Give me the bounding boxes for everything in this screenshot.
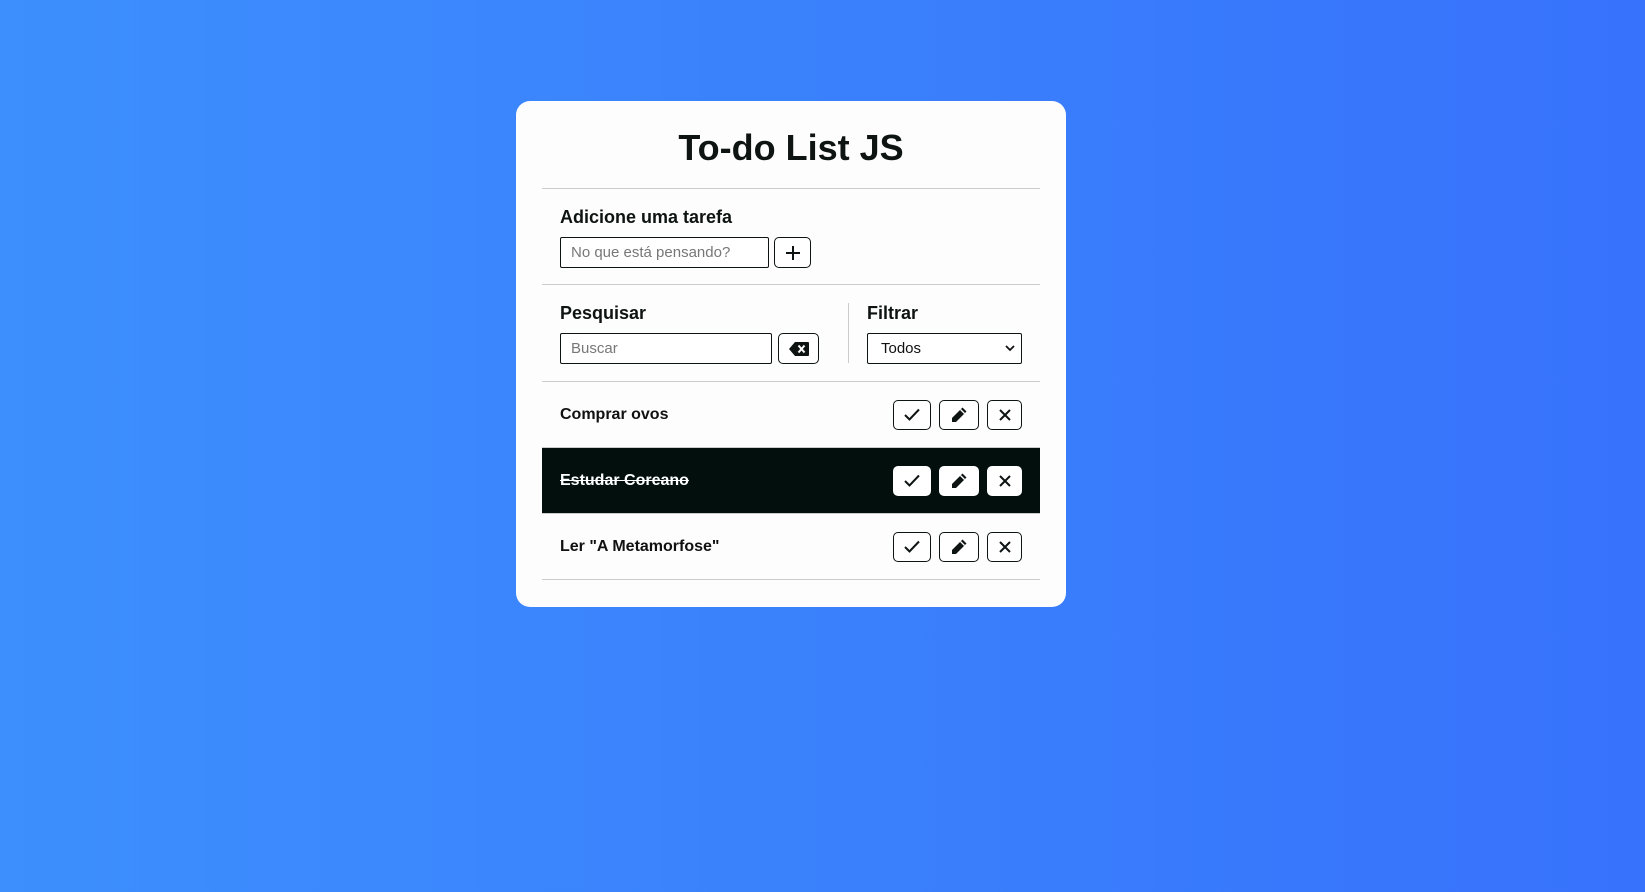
add-task-label: Adicione uma tarefa [560, 207, 733, 227]
check-icon [904, 408, 920, 421]
filter-selected-value: Todos [881, 340, 922, 357]
edit-todo-button[interactable] [939, 399, 979, 430]
todo-text: Estudar Coreano [560, 471, 689, 489]
filter-group: Filtrar Todos [849, 303, 1022, 381]
todo-actions [893, 465, 1022, 496]
todo-card: To-do List JS Adicione uma tarefa Pesqui… [516, 101, 1066, 607]
check-icon [904, 540, 920, 553]
search-row [560, 333, 848, 364]
pencil-icon [952, 473, 967, 488]
filter-select[interactable]: Todos [867, 333, 1022, 364]
pencil-icon [952, 407, 967, 422]
todo-text: Comprar ovos [560, 405, 669, 423]
page-title: To-do List JS [542, 101, 1040, 189]
todo-item: Estudar Coreano [542, 448, 1040, 514]
add-task-input[interactable] [560, 237, 769, 268]
todo-actions [893, 531, 1022, 562]
edit-todo-button[interactable] [939, 465, 979, 496]
chevron-down-icon [1005, 345, 1015, 352]
remove-todo-button[interactable] [987, 531, 1022, 562]
finish-todo-button[interactable] [893, 399, 931, 430]
close-icon [998, 474, 1011, 487]
pencil-icon [952, 539, 967, 554]
close-icon [998, 408, 1011, 421]
plus-icon [785, 245, 800, 260]
todo-text: Ler "A Metamorfose" [560, 537, 720, 555]
clear-search-button[interactable] [778, 333, 819, 364]
edit-todo-button[interactable] [939, 531, 979, 562]
add-task-section: Adicione uma tarefa [542, 189, 1040, 285]
tools-section: Pesquisar Filtrar Todos [542, 285, 1040, 382]
search-input[interactable] [560, 333, 772, 364]
remove-todo-button[interactable] [987, 399, 1022, 430]
close-icon [998, 540, 1011, 553]
backspace-icon [788, 341, 809, 356]
remove-todo-button[interactable] [987, 465, 1022, 496]
finish-todo-button[interactable] [893, 531, 931, 562]
add-task-button[interactable] [774, 237, 811, 268]
finish-todo-button[interactable] [893, 465, 931, 496]
todo-actions [893, 399, 1022, 430]
search-group: Pesquisar [560, 303, 849, 364]
search-label: Pesquisar [560, 303, 647, 323]
check-icon [904, 474, 920, 487]
todo-item: Comprar ovos [542, 382, 1040, 448]
filter-label: Filtrar [867, 303, 919, 323]
add-task-row [560, 237, 1022, 268]
todo-item: Ler "A Metamorfose" [542, 514, 1040, 580]
